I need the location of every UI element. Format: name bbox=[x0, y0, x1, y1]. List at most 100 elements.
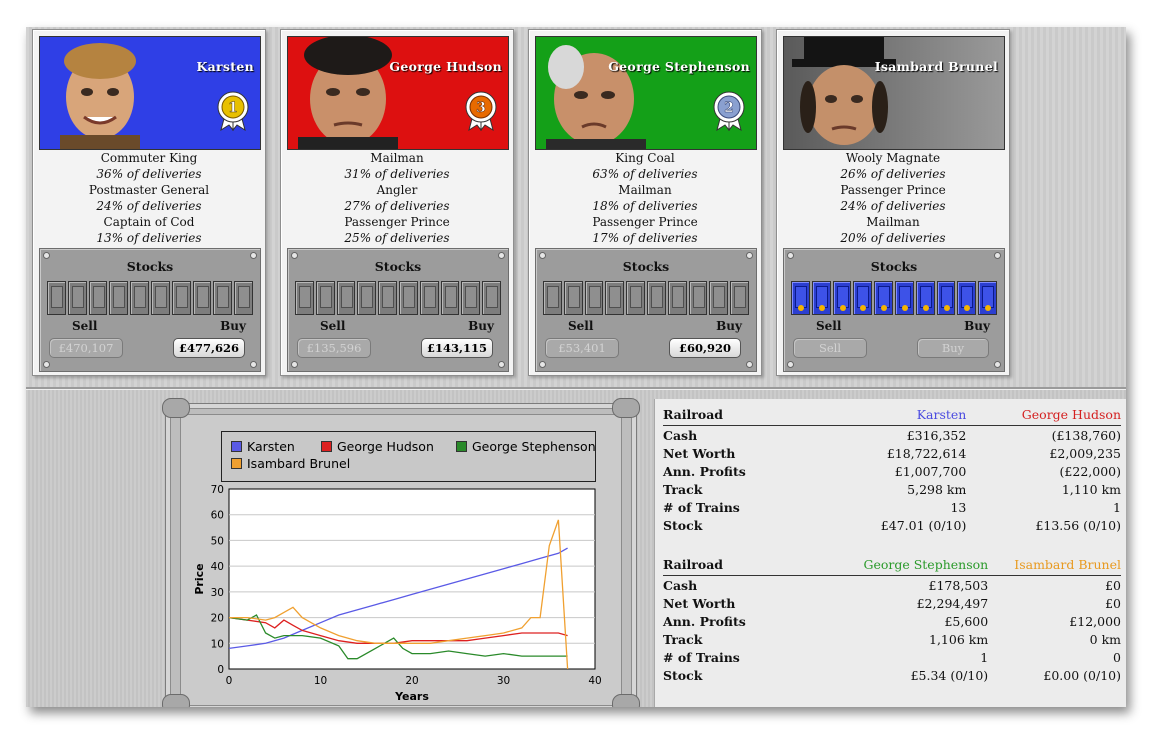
portrait-face-icon bbox=[792, 37, 896, 145]
table-row: Stock £47.01 (0/10) £13.56 (0/10) bbox=[663, 516, 1121, 534]
buy-stock-button[interactable]: £477,626 bbox=[173, 338, 245, 358]
stock-certificate-icon bbox=[192, 281, 212, 315]
achievement-title: Passenger Prince bbox=[344, 215, 450, 229]
sell-label: Sell bbox=[568, 319, 594, 333]
stock-certificate-icon bbox=[605, 281, 625, 315]
achievement-title: Mailman bbox=[866, 215, 920, 229]
cell-value: 13 bbox=[950, 499, 967, 515]
stats-screen: Karsten 1 Commuter King 36% of deliverie… bbox=[26, 27, 1126, 707]
stock-certificate-icon bbox=[894, 281, 914, 315]
sell-label: Sell bbox=[816, 319, 842, 333]
y-tick-label: 40 bbox=[211, 561, 224, 573]
player-cards-area: Karsten 1 Commuter King 36% of deliverie… bbox=[26, 27, 1126, 387]
stock-certificate-icon bbox=[398, 281, 418, 315]
achievement-pct: 20% of deliveries bbox=[840, 231, 946, 245]
x-axis-label: Years bbox=[394, 690, 429, 703]
achievements-list: King Coal 63% of deliveries Mailman 18% … bbox=[535, 150, 755, 246]
row-label: Track bbox=[663, 631, 703, 647]
stocks-title: Stocks bbox=[870, 259, 918, 274]
rank-number: 2 bbox=[724, 100, 734, 116]
rank-ribbon-icon: 2 bbox=[713, 91, 745, 131]
cell-value: £316,352 bbox=[906, 427, 967, 443]
stock-certificate-icon bbox=[688, 281, 708, 315]
buy-stock-button[interactable]: Buy bbox=[917, 338, 989, 358]
bolt-icon bbox=[787, 361, 794, 368]
buy-stock-button[interactable]: £60,920 bbox=[669, 338, 741, 358]
buy-stock-button[interactable]: £143,115 bbox=[421, 338, 493, 358]
sell-stock-button[interactable]: £470,107 bbox=[49, 338, 123, 358]
buy-label: Buy bbox=[220, 319, 246, 333]
achievement-title: Captain of Cod bbox=[103, 215, 195, 229]
sell-stock-button[interactable]: Sell bbox=[793, 338, 867, 358]
y-tick-label: 30 bbox=[211, 587, 224, 599]
cell-value: £18,722,614 bbox=[886, 445, 967, 461]
cell-value: 1 bbox=[1113, 499, 1121, 515]
plot-area bbox=[228, 488, 596, 670]
frame-corner-icon bbox=[612, 398, 640, 418]
buy-label: Buy bbox=[964, 319, 990, 333]
table-row: Track 1,106 km 0 km bbox=[663, 630, 1121, 648]
y-tick-label: 70 bbox=[211, 484, 224, 496]
x-tick-label: 10 bbox=[314, 675, 327, 687]
frame-corner-icon bbox=[162, 398, 190, 418]
rank-ribbon-icon: 3 bbox=[465, 91, 497, 131]
bolt-icon bbox=[498, 252, 505, 259]
achievement-title: King Coal bbox=[615, 151, 675, 165]
achievement-title: Wooly Magnate bbox=[845, 151, 941, 165]
y-tick-label: 50 bbox=[211, 535, 224, 547]
achievements-list: Wooly Magnate 26% of deliveries Passenge… bbox=[783, 150, 1003, 246]
bolt-icon bbox=[43, 252, 50, 259]
table-row: Track 5,298 km 1,110 km bbox=[663, 480, 1121, 498]
stock-certificate-icon bbox=[357, 281, 377, 315]
stock-certificate-icon bbox=[915, 281, 935, 315]
bolt-icon bbox=[746, 361, 753, 368]
bolt-icon bbox=[291, 252, 298, 259]
railroad-finance-panel: Railroad Karsten George Hudson Cash £316,… bbox=[654, 399, 1126, 707]
stock-certificate-icon bbox=[461, 281, 481, 315]
finance-table: Railroad Karsten George Hudson Cash £316,… bbox=[663, 403, 1121, 534]
row-label: # of Trains bbox=[663, 499, 740, 515]
stocks-title: Stocks bbox=[126, 259, 174, 274]
sell-stock-button[interactable]: £135,596 bbox=[297, 338, 371, 358]
sell-stock-button[interactable]: £53,401 bbox=[545, 338, 619, 358]
stock-certificate-icon bbox=[563, 281, 583, 315]
stock-certificate-icon bbox=[482, 281, 501, 315]
stock-certificate-icon bbox=[853, 281, 873, 315]
stock-certificate-icon bbox=[47, 281, 66, 315]
cell-value: (£22,000) bbox=[1059, 463, 1121, 479]
x-tick-label: 20 bbox=[405, 675, 418, 687]
stock-certificate-icon bbox=[213, 281, 233, 315]
row-label: Net Worth bbox=[663, 595, 736, 611]
stock-price-chart-panel: Karsten George Hudson George Stephenson … bbox=[162, 398, 640, 707]
player-name: Karsten bbox=[196, 59, 254, 74]
stock-certificates bbox=[791, 281, 997, 315]
railroad-name: George Hudson bbox=[966, 403, 1121, 426]
achievement-title: Mailman bbox=[370, 151, 424, 165]
stock-certificate-icon bbox=[646, 281, 666, 315]
achievement-pct: 63% of deliveries bbox=[592, 167, 698, 181]
stock-certificate-icon bbox=[832, 281, 852, 315]
stock-certificate-icon bbox=[626, 281, 645, 315]
cell-value: £5,600 bbox=[944, 613, 989, 629]
stock-certificates bbox=[543, 281, 749, 315]
line-chart: 0 10 20 30 40 50 60 70 0 10 20 30 40 Years Price bbox=[193, 484, 602, 703]
player-card-isambard-brunel: Isambard Brunel Wooly Magnate 26% of del… bbox=[776, 29, 1010, 376]
row-label: Ann. Profits bbox=[663, 463, 746, 479]
stock-certificate-icon bbox=[791, 281, 810, 315]
stock-certificate-icon bbox=[811, 281, 831, 315]
achievements-list: Mailman 31% of deliveries Angler 27% of … bbox=[287, 150, 507, 246]
achievement-pct: 27% of deliveries bbox=[344, 199, 450, 213]
cell-value: £1,007,700 bbox=[894, 463, 967, 479]
y-tick-label: 0 bbox=[217, 664, 224, 676]
table-row: Cash £178,503 £0 bbox=[663, 576, 1121, 595]
stock-certificate-icon bbox=[171, 281, 191, 315]
cell-value: 5,298 km bbox=[907, 481, 967, 497]
row-label: Stock bbox=[663, 517, 703, 533]
y-tick-label: 20 bbox=[211, 613, 224, 625]
player-name: George Stephenson bbox=[608, 59, 750, 74]
stocks-title: Stocks bbox=[622, 259, 670, 274]
stocks-panel: Stocks Sell Buy Sell Buy bbox=[783, 248, 1005, 372]
cell-value: 1,106 km bbox=[929, 631, 989, 647]
bolt-icon bbox=[250, 361, 257, 368]
stock-certificate-icon bbox=[730, 281, 749, 315]
